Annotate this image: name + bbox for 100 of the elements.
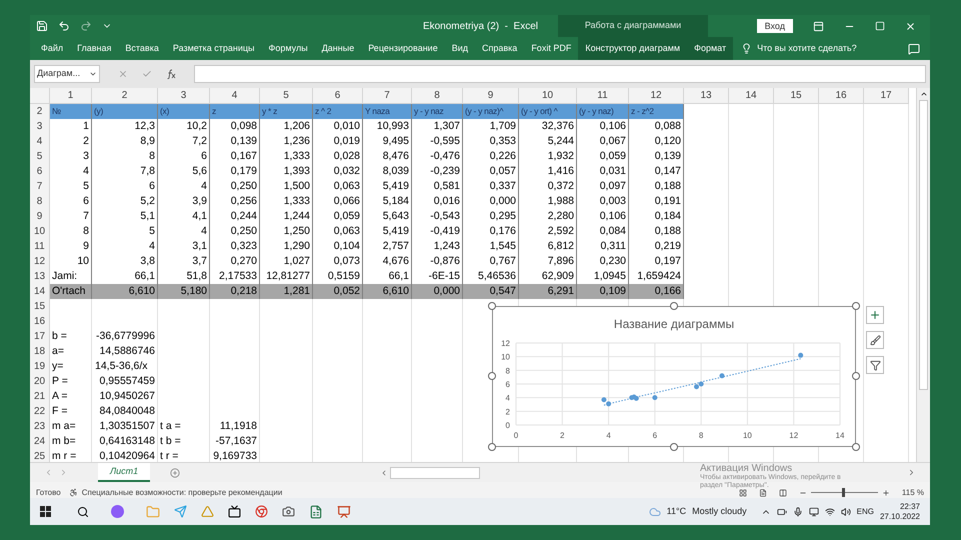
column-number[interactable]: 4	[210, 88, 260, 104]
start-icon[interactable]	[40, 506, 51, 517]
row-number[interactable]: 8	[30, 194, 50, 210]
column-number[interactable]: 14	[729, 88, 774, 104]
row-number[interactable]: 20	[30, 374, 50, 390]
sheet-tab[interactable]: Лист1	[98, 463, 150, 482]
page-break-icon[interactable]	[778, 489, 787, 497]
zoom-in-icon[interactable]	[882, 489, 890, 497]
ribbon-tab[interactable]: Вид	[444, 37, 475, 60]
ribbon-tab[interactable]: Формулы	[262, 37, 315, 60]
ribbon-tab[interactable]: Формат	[687, 37, 734, 60]
row-number[interactable]: 22	[30, 404, 50, 420]
ribbon-tab[interactable]: Конструктор диаграмм	[578, 37, 688, 60]
undo-icon[interactable]	[58, 20, 70, 32]
normal-view-icon[interactable]	[738, 489, 747, 497]
formula-input[interactable]	[194, 65, 926, 83]
wifi-icon[interactable]	[824, 506, 835, 516]
weather-condition[interactable]: Mostly cloudy	[692, 504, 747, 518]
row-number[interactable]: 9	[30, 209, 50, 225]
row-number[interactable]: 11	[30, 239, 50, 255]
camera-icon[interactable]	[282, 505, 295, 518]
row-number[interactable]: 5	[30, 149, 50, 165]
column-number[interactable]: 12	[629, 88, 684, 104]
page-layout-icon[interactable]	[758, 489, 767, 497]
battery-icon[interactable]	[776, 506, 787, 516]
column-number[interactable]: 7	[363, 88, 412, 104]
caret-icon[interactable]	[89, 70, 97, 78]
row-number[interactable]: 23	[30, 419, 50, 435]
temperature[interactable]: 11°C	[666, 504, 686, 518]
sign-in-button[interactable]: Вход	[756, 19, 793, 33]
name-box[interactable]: Диаграм...	[34, 65, 100, 83]
column-number[interactable]: 9	[463, 88, 519, 104]
row-number[interactable]: 2	[30, 104, 50, 120]
function-icon[interactable]	[166, 69, 176, 79]
tell-me-field[interactable]: Что вы хотите сделать?	[757, 42, 857, 56]
chart-styles-button[interactable]	[866, 331, 884, 349]
row-number[interactable]: 17	[30, 329, 50, 345]
row-number[interactable]: 12	[30, 254, 50, 270]
row-number[interactable]: 18	[30, 344, 50, 360]
row-number[interactable]: 15	[30, 299, 50, 315]
zoom-thumb[interactable]	[842, 488, 845, 497]
accessibility-icon[interactable]	[68, 488, 78, 497]
scroll-thumb[interactable]	[919, 100, 928, 390]
browser-icon[interactable]	[255, 505, 268, 518]
ribbon-tab[interactable]: Справка	[475, 37, 524, 60]
horizontal-scrollbar[interactable]	[390, 466, 480, 478]
spreadsheet-icon[interactable]	[309, 504, 323, 518]
column-number[interactable]: 10	[519, 88, 577, 104]
column-number[interactable]: 3	[158, 88, 210, 104]
row-number[interactable]: 14	[30, 284, 50, 300]
search-icon[interactable]	[77, 506, 89, 518]
ribbon-tab[interactable]: Foxit PDF	[524, 37, 578, 60]
row-number[interactable]: 6	[30, 164, 50, 180]
row-number[interactable]: 3	[30, 119, 50, 135]
row-number[interactable]: 10	[30, 224, 50, 240]
ribbon-tab[interactable]: Главная	[70, 37, 118, 60]
restore-icon[interactable]	[875, 21, 885, 31]
close-icon[interactable]	[905, 20, 916, 32]
row-number[interactable]: 21	[30, 389, 50, 405]
row-number[interactable]: 16	[30, 314, 50, 330]
row-number[interactable]: 7	[30, 179, 50, 195]
chart-filter-button[interactable]	[866, 356, 884, 374]
column-number[interactable]: 5	[260, 88, 313, 104]
vertical-scrollbar[interactable]	[916, 88, 930, 462]
add-sheet-icon[interactable]	[170, 468, 180, 478]
column-number[interactable]: 13	[684, 88, 729, 104]
scroll-up-icon[interactable]	[920, 90, 928, 98]
column-number[interactable]: 17	[864, 88, 909, 104]
microphone-icon[interactable]	[792, 506, 803, 516]
language-indicator[interactable]: ENG	[856, 506, 874, 518]
column-number[interactable]: 8	[412, 88, 463, 104]
row-number[interactable]: 24	[30, 434, 50, 450]
row-number[interactable]: 13	[30, 269, 50, 285]
column-number[interactable]: 6	[313, 88, 363, 104]
row-number[interactable]: 4	[30, 134, 50, 150]
ribbon-tab[interactable]: Разметка страницы	[166, 37, 262, 60]
ribbon-tab[interactable]: Файл	[34, 37, 70, 60]
ribbon-display-icon[interactable]	[813, 20, 824, 32]
column-number[interactable]: 1	[50, 88, 92, 104]
column-number[interactable]: 11	[577, 88, 629, 104]
comments-icon[interactable]	[908, 42, 920, 54]
ribbon-tab[interactable]: Вставка	[118, 37, 166, 60]
presentation-icon[interactable]	[337, 504, 351, 518]
column-number[interactable]: 16	[819, 88, 864, 104]
ribbon-tab[interactable]: Рецензирование	[361, 37, 445, 60]
clock-time[interactable]: 22:37	[900, 502, 920, 512]
accessibility-status[interactable]: Специальные возможности: проверьте рекомендации	[82, 488, 282, 497]
scroll-right-icon[interactable]	[907, 468, 916, 477]
clock-date[interactable]: 27.10.2022	[880, 512, 920, 522]
row-number[interactable]: 25	[30, 449, 50, 462]
save-icon[interactable]	[36, 20, 48, 32]
chart-area[interactable]: Название диаграммы 0 2 4 6 8 10 12 0 2 4 6 8 10 12 14	[492, 306, 856, 447]
ribbon-tab[interactable]: Данные	[314, 37, 362, 60]
tv-icon[interactable]	[228, 505, 241, 518]
display-icon[interactable]	[808, 506, 819, 516]
assistant-icon[interactable]	[111, 505, 124, 518]
add-chart-element-button[interactable]	[866, 306, 884, 324]
volume-icon[interactable]	[840, 506, 851, 516]
row-number[interactable]: 19	[30, 359, 50, 375]
zoom-level[interactable]: 115 %	[902, 488, 924, 497]
